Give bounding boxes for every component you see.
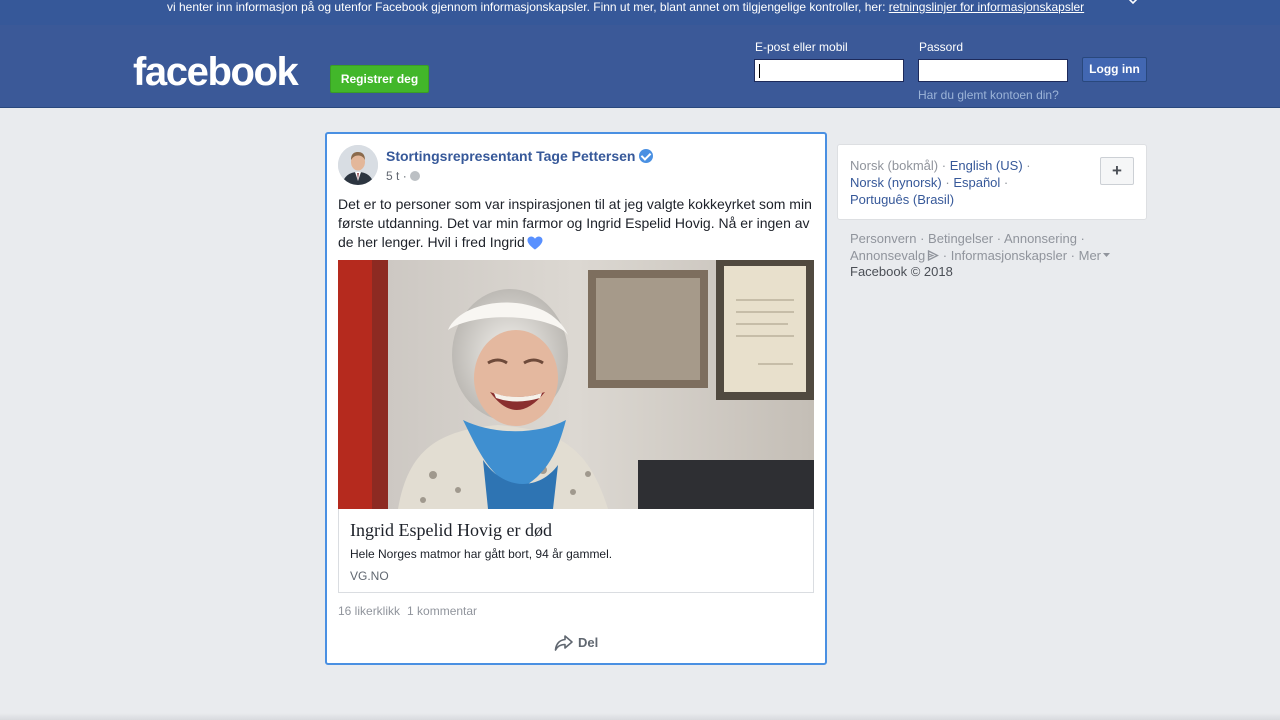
woman-laughing-photo (338, 260, 814, 509)
footer-link-more[interactable]: Mer (1079, 248, 1101, 263)
close-icon[interactable] (1124, 0, 1142, 8)
footer-link-cookies[interactable]: Informasjonskapsler (951, 248, 1067, 263)
footer-links: Personvern · Betingelser · Annonsering ·… (850, 230, 1140, 264)
avatar-image (338, 145, 378, 185)
post-body: Det er to personer som var inspirasjonen… (338, 195, 818, 252)
share-label: Del (578, 635, 599, 650)
cookie-banner: vi henter inn informasjon på og utenfor … (0, 0, 1280, 25)
top-header: facebook Registrer deg E-post eller mobi… (0, 25, 1280, 108)
email-label: E-post eller mobil (755, 40, 848, 54)
footer-link-advertising[interactable]: Annonsering (1004, 231, 1077, 246)
language-option-nynorsk[interactable]: Norsk (nynorsk) (850, 175, 942, 190)
post-timestamp[interactable]: 5 t (386, 169, 399, 183)
link-description: Hele Norges matmor har gått bort, 94 år … (350, 547, 613, 561)
verified-badge-icon (639, 149, 654, 163)
language-selector: Norsk (bokmål) · English (US) · Norsk (n… (837, 144, 1147, 220)
adchoices-icon (928, 249, 940, 262)
more-languages-button[interactable]: + (1100, 157, 1134, 185)
share-button[interactable]: Del (554, 634, 598, 656)
author-avatar[interactable] (338, 145, 378, 185)
login-button[interactable]: Logg inn (1082, 57, 1147, 82)
post-stats: 16 likerklikk 1 kommentar (338, 604, 477, 618)
likes-count[interactable]: 16 likerklikk (338, 604, 400, 618)
language-row-3: Português (Brasil) (850, 192, 954, 207)
link-preview-card[interactable]: Ingrid Espelid Hovig er død Hele Norges … (338, 509, 814, 593)
post-text: Det er to personer som var inspirasjonen… (338, 196, 812, 250)
post-card: Stortingsrepresentant Tage Pettersen 5 t… (325, 132, 827, 665)
post-meta: 5 t · (386, 169, 420, 183)
caret-down-icon (1103, 253, 1111, 257)
footer-link-adchoices[interactable]: Annonsevalg (850, 248, 925, 263)
copyright: Facebook © 2018 (850, 264, 953, 279)
blue-heart-icon (527, 236, 543, 250)
cookie-policy-link[interactable]: retningslinjer for informasjonskapsler (889, 0, 1084, 14)
email-field[interactable] (754, 59, 904, 82)
language-option-english[interactable]: English (US) (950, 158, 1023, 173)
page-bottom-edge (0, 713, 1280, 720)
meta-separator: · (402, 169, 407, 183)
link-title[interactable]: Ingrid Espelid Hovig er død (350, 520, 552, 541)
cookie-banner-message: vi henter inn informasjon på og utenfor … (167, 0, 889, 14)
cookie-banner-text: vi henter inn informasjon på og utenfor … (167, 0, 1084, 14)
link-preview-image[interactable] (338, 260, 814, 509)
language-option-portugues[interactable]: Português (Brasil) (850, 192, 954, 207)
footer-link-privacy[interactable]: Personvern (850, 231, 916, 246)
text-caret (759, 64, 760, 78)
share-arrow-icon (554, 635, 573, 651)
facebook-logo[interactable]: facebook (133, 50, 299, 94)
forgot-account-link[interactable]: Har du glemt kontoen din? (918, 88, 1059, 102)
link-source: VG.NO (350, 569, 389, 583)
current-language: Norsk (bokmål) (850, 158, 939, 173)
language-row-2: Norsk (nynorsk) · Español · (850, 175, 1009, 190)
post-author-name[interactable]: Stortingsrepresentant Tage Pettersen (386, 148, 635, 164)
footer-link-terms[interactable]: Betingelser (928, 231, 993, 246)
language-option-espanol[interactable]: Español (953, 175, 1000, 190)
language-row-1: Norsk (bokmål) · English (US) · (850, 158, 1031, 173)
post-author-line: Stortingsrepresentant Tage Pettersen (386, 148, 654, 164)
comments-count[interactable]: 1 kommentar (407, 604, 477, 618)
register-button[interactable]: Registrer deg (330, 65, 429, 93)
password-label: Passord (919, 40, 964, 54)
password-field[interactable] (918, 59, 1068, 82)
globe-icon (409, 171, 420, 181)
